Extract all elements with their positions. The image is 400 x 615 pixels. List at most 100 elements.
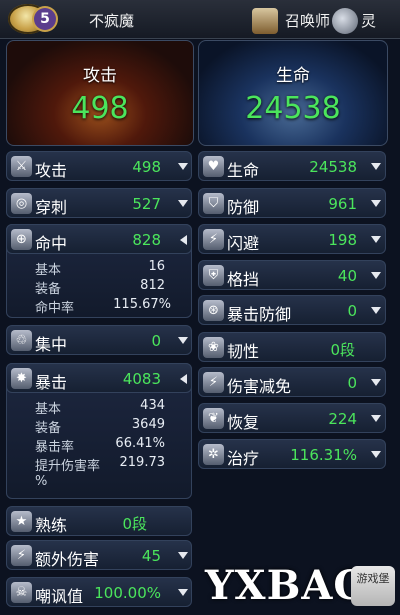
stat-label: 格挡 — [227, 270, 260, 289]
chevron-down-icon[interactable] — [371, 200, 381, 207]
heart-icon: ♥ — [203, 156, 224, 177]
health-panel-value: 24538 — [245, 91, 341, 126]
crit-detail-value: 219.73 — [119, 455, 166, 470]
stat-value: 961 — [328, 195, 357, 213]
crit-detail-unit: % — [35, 474, 48, 489]
crit-detail-label: 装备 — [35, 421, 62, 436]
chevron-down-icon[interactable] — [178, 589, 188, 596]
stat-row-hit[interactable]: ⊕ 命中 828 — [6, 224, 192, 254]
stat-value: 828 — [132, 231, 161, 249]
shield-icon: ⛉ — [203, 193, 224, 214]
target-icon: ⊕ — [11, 229, 32, 250]
stat-value: 116.31% — [290, 446, 357, 464]
lightning-icon: ⚡ — [11, 545, 32, 566]
stat-row-attack[interactable]: ⚔ 攻击 498 — [6, 151, 192, 181]
health-panel-label: 生命 — [276, 66, 310, 86]
stat-row-recovery[interactable]: ❦ 恢复 224 — [198, 403, 386, 433]
stat-label: 暴击 — [35, 373, 68, 392]
stat-label: 伤害减免 — [227, 377, 292, 396]
crit-defense-icon: ⊛ — [203, 300, 224, 321]
stat-row-extra-damage[interactable]: ⚡ 额外伤害 45 — [6, 540, 192, 570]
crit-detail-value: 434 — [140, 398, 165, 413]
hit-detail-label: 命中率 — [35, 301, 75, 316]
heal-icon: ✲ — [203, 444, 224, 465]
block-icon: ⛨ — [203, 265, 224, 286]
stat-label: 嘲讽值 — [35, 587, 84, 606]
watermark-tag: 游戏堡 — [351, 566, 395, 606]
stat-label: 闪避 — [227, 234, 260, 253]
chevron-down-icon[interactable] — [371, 415, 381, 422]
stat-label: 集中 — [35, 335, 68, 354]
spirit-icon[interactable] — [332, 8, 358, 34]
stat-value: 498 — [132, 158, 161, 176]
summoner-icon[interactable] — [252, 8, 278, 34]
level-badge: 5 — [34, 8, 56, 30]
chevron-down-icon[interactable] — [371, 307, 381, 314]
stat-row-heal[interactable]: ✲ 治疗 116.31% — [198, 439, 386, 469]
crit-detail-label: 提升伤害率 — [35, 459, 101, 474]
attack-panel-value: 498 — [71, 91, 129, 126]
crit-detail-value: 66.41% — [115, 436, 165, 451]
stat-row-crit[interactable]: ✸ 暴击 4083 — [6, 363, 192, 393]
recovery-icon: ❦ — [203, 408, 224, 429]
stat-row-block[interactable]: ⛨ 格挡 40 — [198, 260, 386, 290]
stat-row-pierce[interactable]: ◎ 穿刺 527 — [6, 188, 192, 218]
stat-value: 0 — [347, 302, 357, 320]
stat-value: 0段 — [330, 341, 355, 359]
chevron-left-icon[interactable] — [180, 235, 187, 245]
crit-detail-value: 3649 — [131, 417, 165, 432]
chevron-down-icon[interactable] — [371, 451, 381, 458]
hit-detail-label: 基本 — [35, 263, 62, 278]
stat-value: 198 — [328, 231, 357, 249]
stat-label: 攻击 — [35, 161, 68, 180]
stat-row-health[interactable]: ♥ 生命 24538 — [198, 151, 386, 181]
stat-label: 防御 — [227, 198, 260, 217]
chevron-left-icon[interactable] — [180, 374, 187, 384]
player-name: 不疯魔 — [89, 12, 135, 30]
chevron-down-icon[interactable] — [178, 163, 188, 170]
crit-detail-label: 基本 — [35, 402, 62, 417]
chevron-down-icon[interactable] — [371, 379, 381, 386]
chevron-down-icon[interactable] — [371, 272, 381, 279]
stat-row-crit-defense[interactable]: ⊛ 暴击防御 0 — [198, 295, 386, 325]
stat-value: 0 — [347, 374, 357, 392]
spirit-label[interactable]: 灵 — [361, 10, 376, 31]
hit-detail-value: 812 — [140, 278, 165, 293]
sword-icon: ⚔ — [11, 156, 32, 177]
chevron-down-icon[interactable] — [178, 552, 188, 559]
watermark-text: YXBAO — [205, 562, 370, 609]
focus-icon: ♲ — [11, 330, 32, 351]
attack-panel: 攻击 498 — [6, 40, 194, 146]
damage-reduction-icon: ⚡ — [203, 372, 224, 393]
stat-label: 额外伤害 — [35, 550, 100, 569]
chevron-down-icon[interactable] — [371, 236, 381, 243]
stat-label: 熟练 — [35, 516, 68, 535]
stat-label: 穿刺 — [35, 198, 68, 217]
stat-row-dodge[interactable]: ⚡ 闪避 198 — [198, 224, 386, 254]
watermark: YXBAO 游戏堡 — [205, 558, 395, 610]
stat-row-focus[interactable]: ♲ 集中 0 — [6, 325, 192, 355]
stat-value: 24538 — [309, 158, 357, 176]
summoner-label[interactable]: 召唤师 — [285, 10, 330, 31]
chevron-down-icon[interactable] — [178, 337, 188, 344]
chevron-down-icon[interactable] — [178, 200, 188, 207]
burst-icon: ✸ — [11, 368, 32, 389]
stat-row-proficiency[interactable]: ★ 熟练 0段 — [6, 506, 192, 536]
stat-row-damage-reduction[interactable]: ⚡ 伤害减免 0 — [198, 367, 386, 397]
health-panel: 生命 24538 — [198, 40, 388, 146]
stat-value: 527 — [132, 195, 161, 213]
attack-panel-label: 攻击 — [83, 66, 117, 86]
crit-detail-label: 暴击率 — [35, 440, 75, 455]
stat-label: 生命 — [227, 161, 260, 180]
stat-value: 100.00% — [94, 584, 161, 602]
stat-label: 治疗 — [227, 449, 260, 468]
stat-label: 暴击防御 — [227, 305, 292, 324]
hit-detail-value: 16 — [148, 259, 165, 274]
toughness-icon: ❀ — [203, 337, 224, 358]
stat-row-defense[interactable]: ⛉ 防御 961 — [198, 188, 386, 218]
stat-row-toughness[interactable]: ❀ 韧性 0段 — [198, 332, 386, 362]
chevron-down-icon[interactable] — [371, 163, 381, 170]
hit-detail-value: 115.67% — [113, 297, 171, 312]
stat-row-taunt[interactable]: ☠ 嘲讽值 100.00% — [6, 577, 192, 607]
stat-label: 命中 — [35, 234, 68, 253]
